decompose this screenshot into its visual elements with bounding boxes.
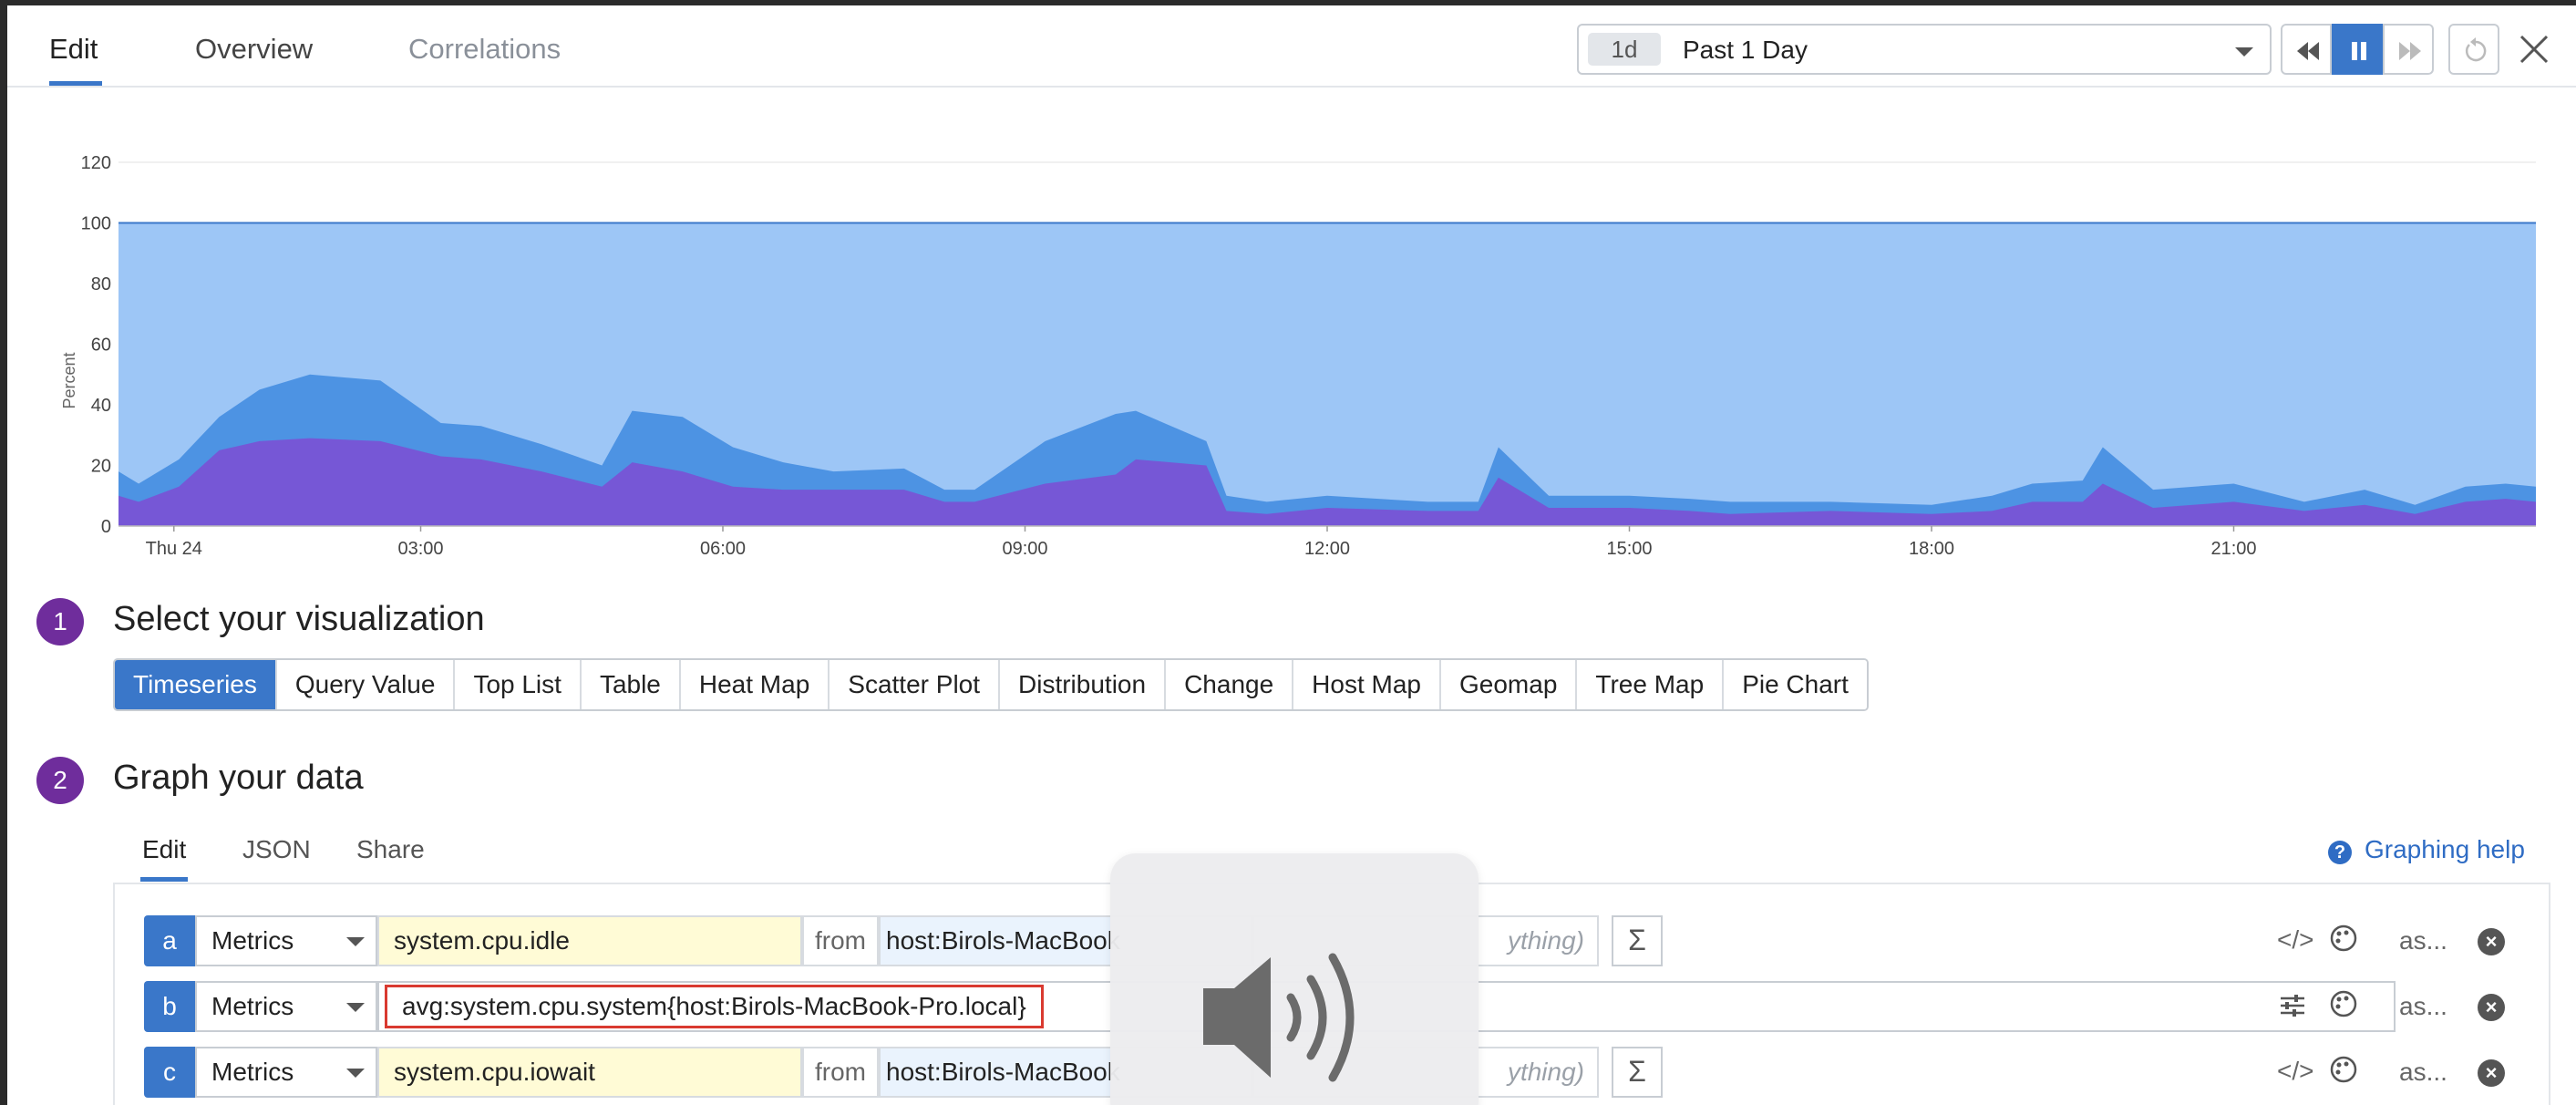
- remove-query-icon[interactable]: ×: [2478, 1059, 2505, 1087]
- filter-options-icon[interactable]: [2277, 990, 2308, 1028]
- reset-button[interactable]: [2448, 24, 2499, 75]
- alias-button[interactable]: as...: [2399, 926, 2447, 955]
- viz-option-host-map[interactable]: Host Map: [1293, 660, 1441, 709]
- source-select[interactable]: Metrics: [195, 981, 377, 1032]
- y-tick-label: 80: [91, 274, 111, 294]
- chevron-down-icon: [2235, 47, 2253, 57]
- palette-icon[interactable]: [2328, 923, 2359, 960]
- viz-option-geomap[interactable]: Geomap: [1441, 660, 1578, 709]
- x-tick-label: 06:00: [700, 539, 746, 559]
- raw-query-text: avg:system.cpu.system{host:Birols-MacBoo…: [385, 985, 1044, 1028]
- subtab-json[interactable]: JSON: [242, 835, 311, 864]
- subtab-share[interactable]: Share: [356, 835, 425, 864]
- metric-input[interactable]: system.cpu.idle: [377, 915, 802, 966]
- source-label: Metrics: [211, 926, 294, 955]
- timeseries-chart: 0 20 40 60 80 100 120 Thu 24 03:00 06:00 09:00 12:0…: [60, 153, 2536, 559]
- remove-query-icon[interactable]: ×: [2478, 928, 2505, 955]
- viz-option-distribution[interactable]: Distribution: [1000, 660, 1167, 709]
- step-2-badge: 2: [36, 757, 84, 804]
- tab-overview[interactable]: Overview: [195, 33, 313, 66]
- query-id: c: [144, 1047, 195, 1098]
- timerange-label: Past 1 Day: [1683, 36, 1808, 64]
- viz-option-tree-map[interactable]: Tree Map: [1577, 660, 1725, 709]
- editor-header: Edit Overview Correlations 1d Past 1 Day: [7, 5, 2576, 88]
- tab-edit[interactable]: Edit: [49, 33, 98, 66]
- subtab-edit[interactable]: Edit: [142, 835, 186, 864]
- x-tick-label: 12:00: [1304, 539, 1350, 559]
- chevron-down-icon: [346, 937, 365, 946]
- x-tick-label: Thu 24: [146, 539, 202, 559]
- code-icon[interactable]: </>: [2277, 1057, 2313, 1086]
- alias-button[interactable]: as...: [2399, 992, 2447, 1021]
- step-1-badge: 1: [36, 598, 84, 645]
- viz-option-top-list[interactable]: Top List: [455, 660, 582, 709]
- y-axis-label: Percent: [60, 352, 78, 408]
- pause-button[interactable]: [2332, 24, 2383, 75]
- timerange-select[interactable]: 1d Past 1 Day: [1577, 24, 2272, 75]
- y-tick-label: 60: [91, 336, 111, 356]
- rewind-icon: [2297, 42, 2319, 60]
- reset-icon: [2465, 37, 2487, 62]
- close-icon: [2519, 35, 2549, 64]
- function-button[interactable]: Σ: [1612, 1047, 1663, 1098]
- help-icon[interactable]: ?: [2328, 841, 2352, 864]
- visualization-picker: Timeseries Query Value Top List Table Heat M…: [113, 658, 1869, 711]
- x-tick-label: 03:00: [397, 539, 443, 559]
- viz-option-heat-map[interactable]: Heat Map: [680, 660, 830, 709]
- source-select[interactable]: Metrics: [195, 915, 377, 966]
- active-subtab-indicator: [140, 877, 188, 882]
- source-label: Metrics: [211, 1058, 294, 1086]
- y-tick-label: 0: [101, 517, 111, 537]
- graphing-help-link[interactable]: Graphing help: [2365, 835, 2525, 864]
- y-tick-label: 20: [91, 457, 111, 477]
- y-tick-label: 100: [81, 214, 111, 234]
- sigma-icon: Σ: [1628, 1055, 1646, 1088]
- source-label: Metrics: [211, 992, 294, 1020]
- viz-option-scatter-plot[interactable]: Scatter Plot: [829, 660, 1001, 709]
- visualization-title: Select your visualization: [113, 600, 485, 638]
- viz-option-pie-chart[interactable]: Pie Chart: [1724, 660, 1867, 709]
- palette-icon[interactable]: [2328, 988, 2359, 1026]
- active-tab-indicator: [49, 81, 102, 86]
- code-icon[interactable]: </>: [2277, 925, 2313, 955]
- metric-editor-window: Edit Overview Correlations 1d Past 1 Day: [7, 5, 2576, 1105]
- chevron-down-icon: [346, 1069, 365, 1078]
- source-select[interactable]: Metrics: [195, 1047, 377, 1098]
- sigma-icon: Σ: [1628, 924, 1646, 956]
- y-tick-label: 40: [91, 396, 111, 416]
- rewind-button[interactable]: [2281, 24, 2332, 75]
- fast-forward-button[interactable]: [2383, 24, 2434, 75]
- tab-correlations[interactable]: Correlations: [408, 33, 561, 66]
- alias-button[interactable]: as...: [2399, 1058, 2447, 1087]
- function-button[interactable]: Σ: [1612, 915, 1663, 966]
- graph-title: Graph your data: [113, 759, 364, 797]
- viz-option-query-value[interactable]: Query Value: [276, 660, 456, 709]
- viz-option-timeseries[interactable]: Timeseries: [115, 660, 277, 709]
- query-id: a: [144, 915, 195, 966]
- y-tick-label: 120: [81, 153, 111, 173]
- viz-option-table[interactable]: Table: [581, 660, 681, 709]
- palette-icon[interactable]: [2328, 1054, 2359, 1091]
- timerange-badge: 1d: [1588, 33, 1661, 66]
- close-button[interactable]: [2516, 31, 2552, 67]
- x-tick-label: 15:00: [1606, 539, 1652, 559]
- fast-forward-icon: [2399, 42, 2421, 60]
- chevron-down-icon: [346, 1003, 365, 1012]
- from-label: from: [802, 915, 879, 966]
- x-tick-label: 09:00: [1002, 539, 1047, 559]
- volume-overlay: [1110, 853, 1479, 1105]
- volume-icon: [1203, 953, 1355, 1082]
- viz-option-change[interactable]: Change: [1166, 660, 1294, 709]
- pause-icon: [2352, 42, 2366, 60]
- metric-input[interactable]: system.cpu.iowait: [377, 1047, 802, 1098]
- x-tick-label: 18:00: [1909, 539, 1954, 559]
- from-label: from: [802, 1047, 879, 1098]
- x-tick-label: 21:00: [2210, 539, 2256, 559]
- query-id: b: [144, 981, 195, 1032]
- remove-query-icon[interactable]: ×: [2478, 994, 2505, 1021]
